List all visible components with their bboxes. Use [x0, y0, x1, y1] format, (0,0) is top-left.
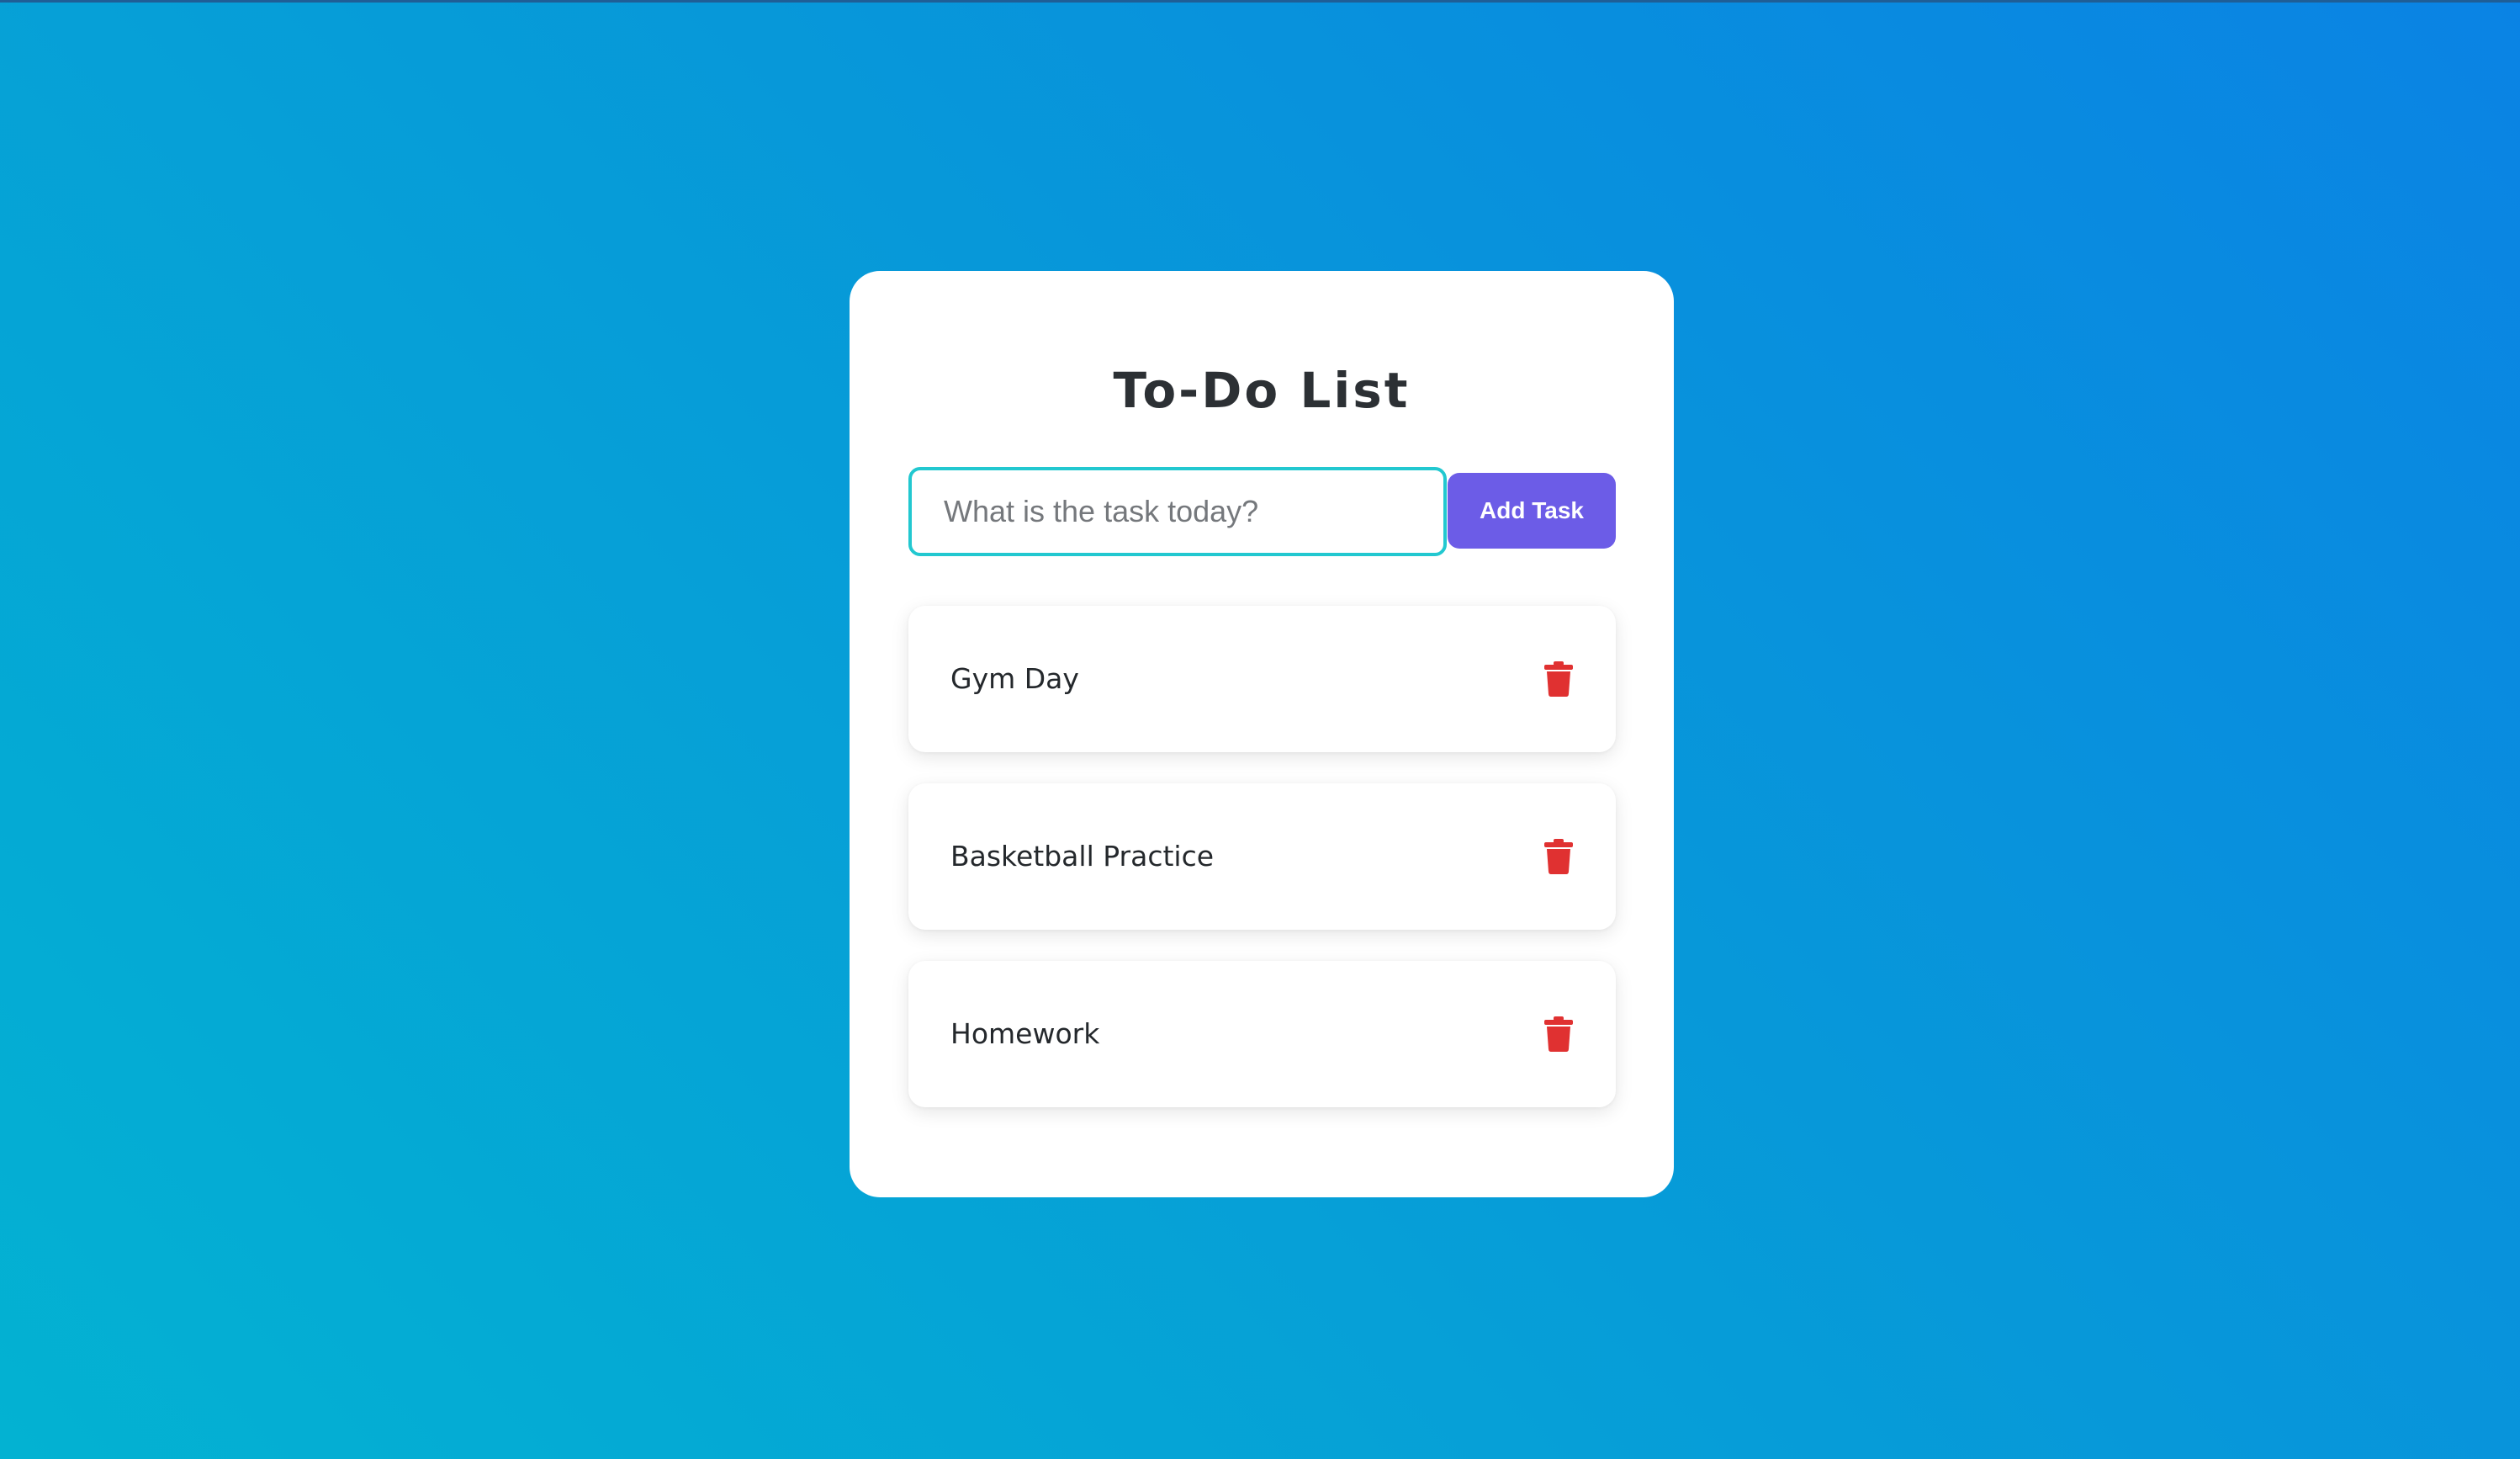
delete-task-button[interactable]	[1538, 836, 1579, 877]
trash-icon	[1544, 1016, 1573, 1052]
page-title: To-Do List	[1113, 362, 1411, 419]
delete-task-button[interactable]	[1538, 1014, 1579, 1054]
task-item: Gym Day	[908, 606, 1616, 752]
todo-card: To-Do List Add Task Gym Day Basketball P…	[850, 271, 1674, 1197]
task-item: Basketball Practice	[908, 783, 1616, 930]
task-label[interactable]: Gym Day	[950, 606, 1079, 752]
trash-icon	[1544, 839, 1573, 874]
trash-icon	[1544, 661, 1573, 697]
delete-task-button[interactable]	[1538, 659, 1579, 699]
top-border	[0, 0, 2520, 3]
task-label[interactable]: Basketball Practice	[950, 783, 1214, 930]
add-task-button[interactable]: Add Task	[1448, 473, 1616, 549]
task-label[interactable]: Homework	[950, 961, 1099, 1107]
task-input[interactable]	[908, 467, 1447, 556]
task-item: Homework	[908, 961, 1616, 1107]
task-list: Gym Day Basketball Practice Homework	[908, 606, 1616, 1138]
